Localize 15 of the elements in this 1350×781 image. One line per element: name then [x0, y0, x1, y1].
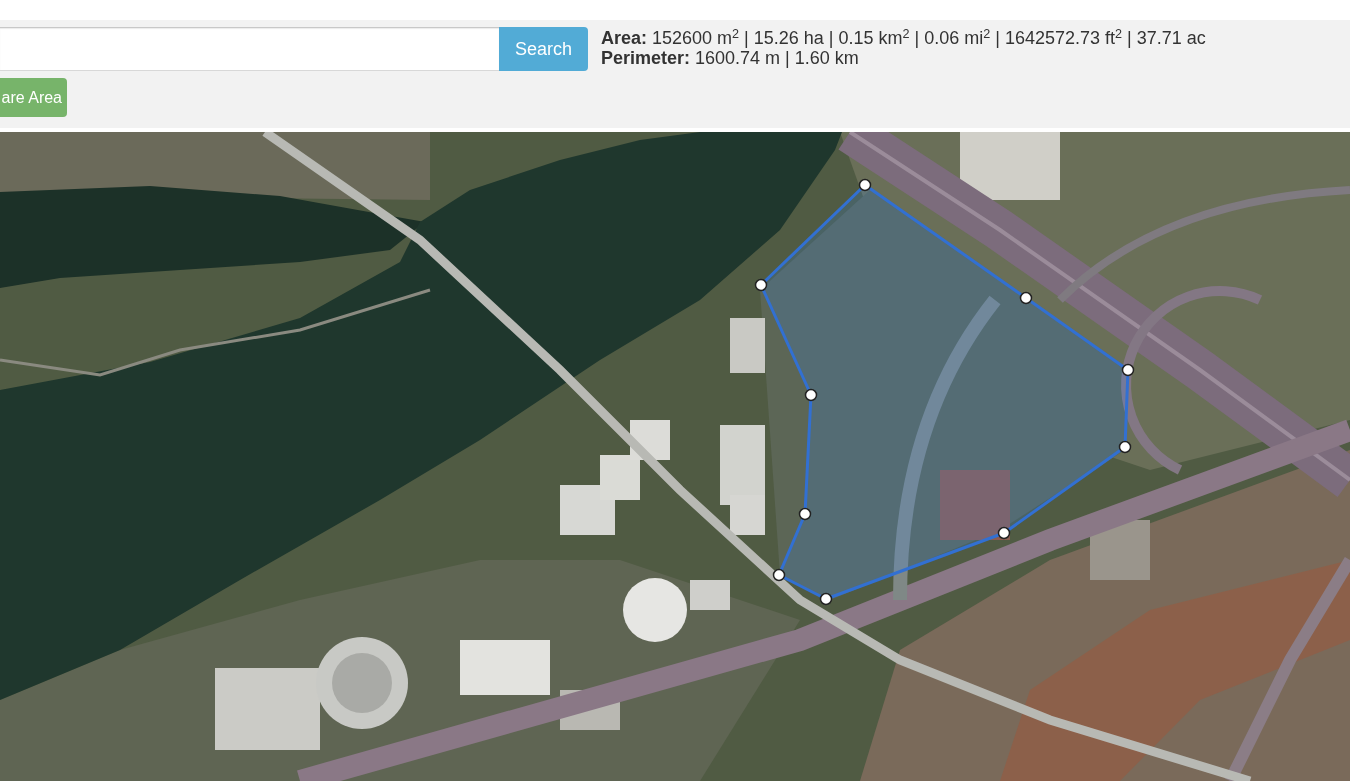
vertex-handle[interactable] — [754, 278, 768, 292]
vertex-handle[interactable] — [858, 178, 872, 192]
vertex-handle[interactable] — [1019, 291, 1033, 305]
search-button[interactable]: Search — [499, 27, 588, 71]
vertex-handle[interactable] — [997, 526, 1011, 540]
vertex-handle[interactable] — [804, 388, 818, 402]
perimeter-text: Perimeter: 1600.74 m | 1.60 km — [601, 48, 860, 68]
vertex-handle[interactable] — [1118, 440, 1132, 454]
vertex-handle[interactable] — [798, 507, 812, 521]
vertex-handle[interactable] — [772, 568, 786, 582]
search-field[interactable] — [0, 27, 499, 71]
vertex-handle[interactable] — [819, 592, 833, 606]
area-button[interactable]: are Area — [0, 78, 67, 117]
area-text: Area: 152600 m$^{2}$ | 15.26 ha | 0.15 km$^{2}$ | 0.06 mi$^{2}$ | 1642572.73 ft$^{2}$ | 37.71 ac — [601, 28, 1206, 48]
vertex-handle[interactable] — [1121, 363, 1135, 377]
